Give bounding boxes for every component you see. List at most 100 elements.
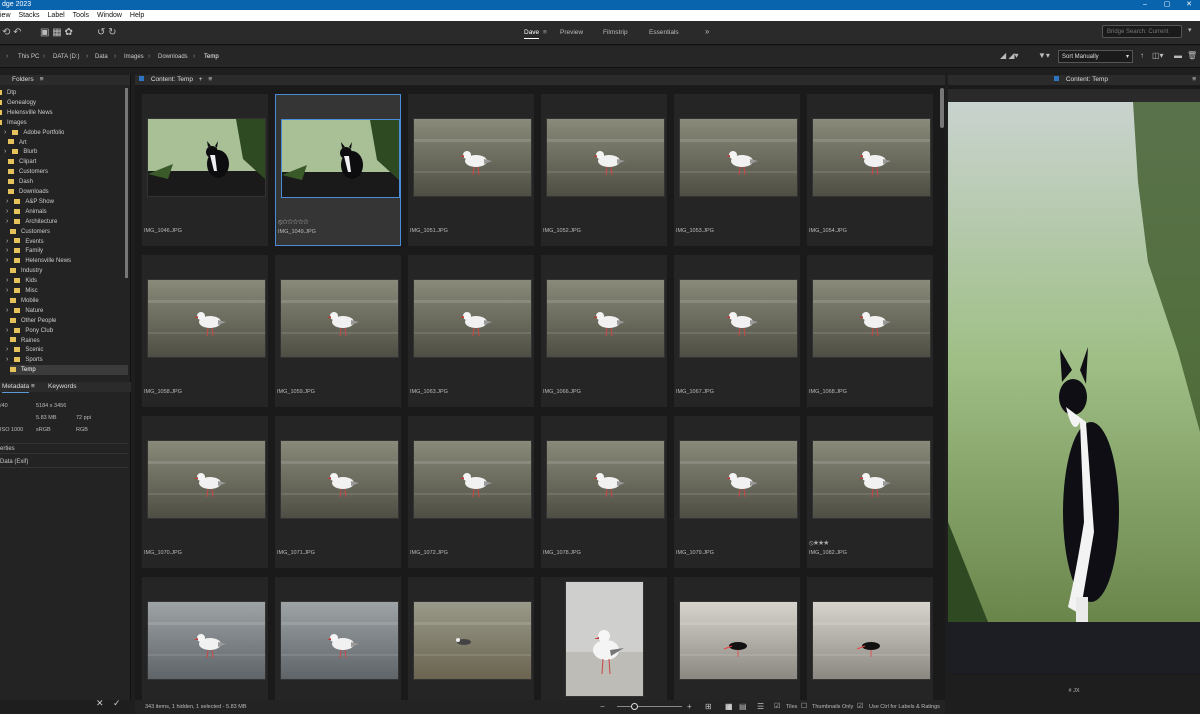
back-forward-icon[interactable]: ⟲ ↶ [2, 27, 22, 38]
folder-item[interactable]: Clipart [8, 157, 128, 167]
crumb-data[interactable]: Data [95, 54, 108, 60]
thumbnail-image[interactable] [413, 440, 532, 519]
rotate-icon[interactable]: ↺ ↻ [97, 27, 117, 38]
rating-stars[interactable]: ⦸☆☆☆☆☆ [278, 219, 309, 227]
view-list-icon[interactable]: ☰ [757, 700, 764, 714]
folder-item[interactable]: › Architecture [6, 217, 128, 227]
chevron-right-icon[interactable]: › [6, 218, 8, 225]
zoom-slider-handle[interactable] [631, 703, 638, 710]
ctrl-labels-checkbox[interactable]: ☑ [857, 700, 863, 714]
folder-item[interactable]: Genealogy [0, 98, 120, 108]
thumbnail-image[interactable] [280, 601, 399, 680]
content-scrollbar[interactable] [940, 88, 944, 128]
thumbnail-image[interactable] [679, 118, 798, 197]
thumbnail-image[interactable] [812, 601, 931, 680]
chevron-right-icon[interactable]: › [4, 148, 6, 155]
chevron-right-icon[interactable]: › [6, 307, 8, 314]
folder-item[interactable]: › Helensville News [6, 256, 128, 266]
thumbnail-image[interactable] [565, 581, 644, 697]
tab-content[interactable]: Content: Temp [151, 76, 193, 83]
workspace-filmstrip[interactable]: Filmstrip [603, 29, 628, 36]
thumbnail-cell[interactable]: IMG_1078.JPG [541, 416, 667, 568]
thumbnail-image[interactable] [679, 279, 798, 358]
thumbnail-cell[interactable]: IMG_1070.JPG [142, 416, 268, 568]
tab-metadata[interactable]: Metadata [2, 382, 30, 393]
menu-item[interactable]: Label [48, 10, 65, 21]
folder-item[interactable]: › Pony Club [6, 326, 128, 336]
cancel-icon[interactable]: ✕ [96, 698, 104, 709]
view-thumbnails-icon[interactable]: ▦ [725, 700, 733, 714]
tiles-checkbox[interactable]: ☑ [774, 700, 780, 714]
thumbnail-cell[interactable]: ⦸☆☆☆☆☆ IMG_1049.JPG [275, 94, 401, 246]
thumbnail-image[interactable] [413, 601, 532, 680]
thumbnail-image[interactable] [413, 279, 532, 358]
chevron-right-icon[interactable]: › [6, 277, 8, 284]
folder-item[interactable]: Industry [10, 266, 128, 276]
thumbnail-cell[interactable]: IMG_1046.JPG [142, 94, 268, 246]
chevron-right-icon[interactable]: › [6, 346, 8, 353]
new-folder-icon[interactable]: ▬ [1174, 51, 1182, 60]
folder-item[interactable]: › Misc [6, 286, 128, 296]
thumbnail-image[interactable] [281, 119, 400, 198]
tab-folders[interactable]: Folders [12, 76, 34, 83]
chevron-right-icon[interactable]: › [6, 208, 8, 215]
tab-keywords[interactable]: Keywords [48, 382, 77, 392]
crumb-temp[interactable]: Temp [204, 54, 219, 60]
section-exif[interactable]: Data (Exif) [0, 457, 128, 468]
sort-select[interactable]: Sort Manually ▾ [1058, 50, 1133, 63]
search-input[interactable]: Bridge Search: Current [1102, 25, 1182, 38]
thumbnail-cell[interactable]: IMG_1067.JPG [674, 255, 800, 407]
zoom-out-icon[interactable]: − [600, 700, 605, 714]
panel-menu-icon[interactable]: ≡ [31, 382, 35, 392]
view-details-icon[interactable]: ▤ [739, 700, 747, 714]
thumbnail-cell[interactable] [807, 577, 933, 700]
thumbnail-image[interactable] [280, 440, 399, 519]
thumbnail-cell[interactable]: IMG_1063.JPG [408, 255, 534, 407]
panel-menu-icon[interactable]: ≡ [40, 76, 44, 83]
menu-item[interactable]: Help [130, 10, 144, 21]
folder-item[interactable]: › Events [6, 237, 128, 247]
thumbnail-cell[interactable] [408, 577, 534, 700]
folder-item[interactable]: › Kids [6, 276, 128, 286]
thumbnail-image[interactable] [679, 601, 798, 680]
workspace-menu-icon[interactable]: ≡ [543, 29, 547, 36]
thumbnail-cell[interactable]: ⦸★★★ IMG_1082.JPG [807, 416, 933, 568]
thumbnail-cell[interactable]: IMG_1072.JPG [408, 416, 534, 568]
folder-item[interactable]: › Adobe Portfolio [4, 128, 128, 138]
thumbnail-image[interactable] [679, 440, 798, 519]
section-file-properties[interactable]: erties [0, 443, 128, 454]
thumbnail-cell[interactable]: IMG_1066.JPG [541, 255, 667, 407]
thumbnail-cell[interactable]: IMG_1053.JPG [674, 94, 800, 246]
workspace-essentials[interactable]: Essentials [649, 29, 679, 36]
thumbnail-cell[interactable]: IMG_1051.JPG [408, 94, 534, 246]
close-button[interactable]: ✕ [1178, 0, 1200, 10]
rating-stars[interactable]: ⦸★★★ [809, 540, 829, 548]
workspace-preview[interactable]: Preview [560, 29, 583, 36]
camera-icon[interactable]: ▣ ▦ ✿ [40, 27, 73, 38]
thumbnails-only-checkbox[interactable]: ☐ [801, 700, 807, 714]
chevron-right-icon[interactable]: › [6, 238, 8, 245]
tab-preview-content[interactable]: Content: Temp [1066, 76, 1108, 83]
folder-item[interactable]: › Animals [6, 207, 128, 217]
zoom-slider[interactable] [617, 706, 682, 707]
sort-ascending-icon[interactable]: ↑ [1140, 51, 1144, 60]
thumbnail-cell[interactable] [541, 577, 667, 700]
folder-item[interactable]: › Nature [6, 306, 128, 316]
panel-menu-icon[interactable]: ≡ [1192, 75, 1196, 85]
thumbnail-cell[interactable]: IMG_1071.JPG [275, 416, 401, 568]
thumbnail-image[interactable] [546, 118, 665, 197]
thumbnail-image[interactable] [147, 601, 266, 680]
crumb-images[interactable]: Images [124, 54, 144, 60]
thumbnail-image[interactable] [413, 118, 532, 197]
more-workspaces-icon[interactable]: » [705, 27, 709, 36]
folder-item[interactable]: Downloads [8, 187, 128, 197]
folder-item[interactable]: Helensville News [0, 108, 120, 118]
folder-item[interactable]: › Blurb [4, 147, 128, 157]
menu-item[interactable]: Window [97, 10, 122, 21]
minimize-button[interactable]: – [1134, 0, 1156, 10]
thumbnail-cell[interactable] [142, 577, 268, 700]
apply-icon[interactable]: ✓ [113, 698, 121, 709]
thumbnail-cell[interactable] [674, 577, 800, 700]
chevron-right-icon[interactable]: › [6, 356, 8, 363]
folder-item[interactable]: › Family [6, 246, 128, 256]
